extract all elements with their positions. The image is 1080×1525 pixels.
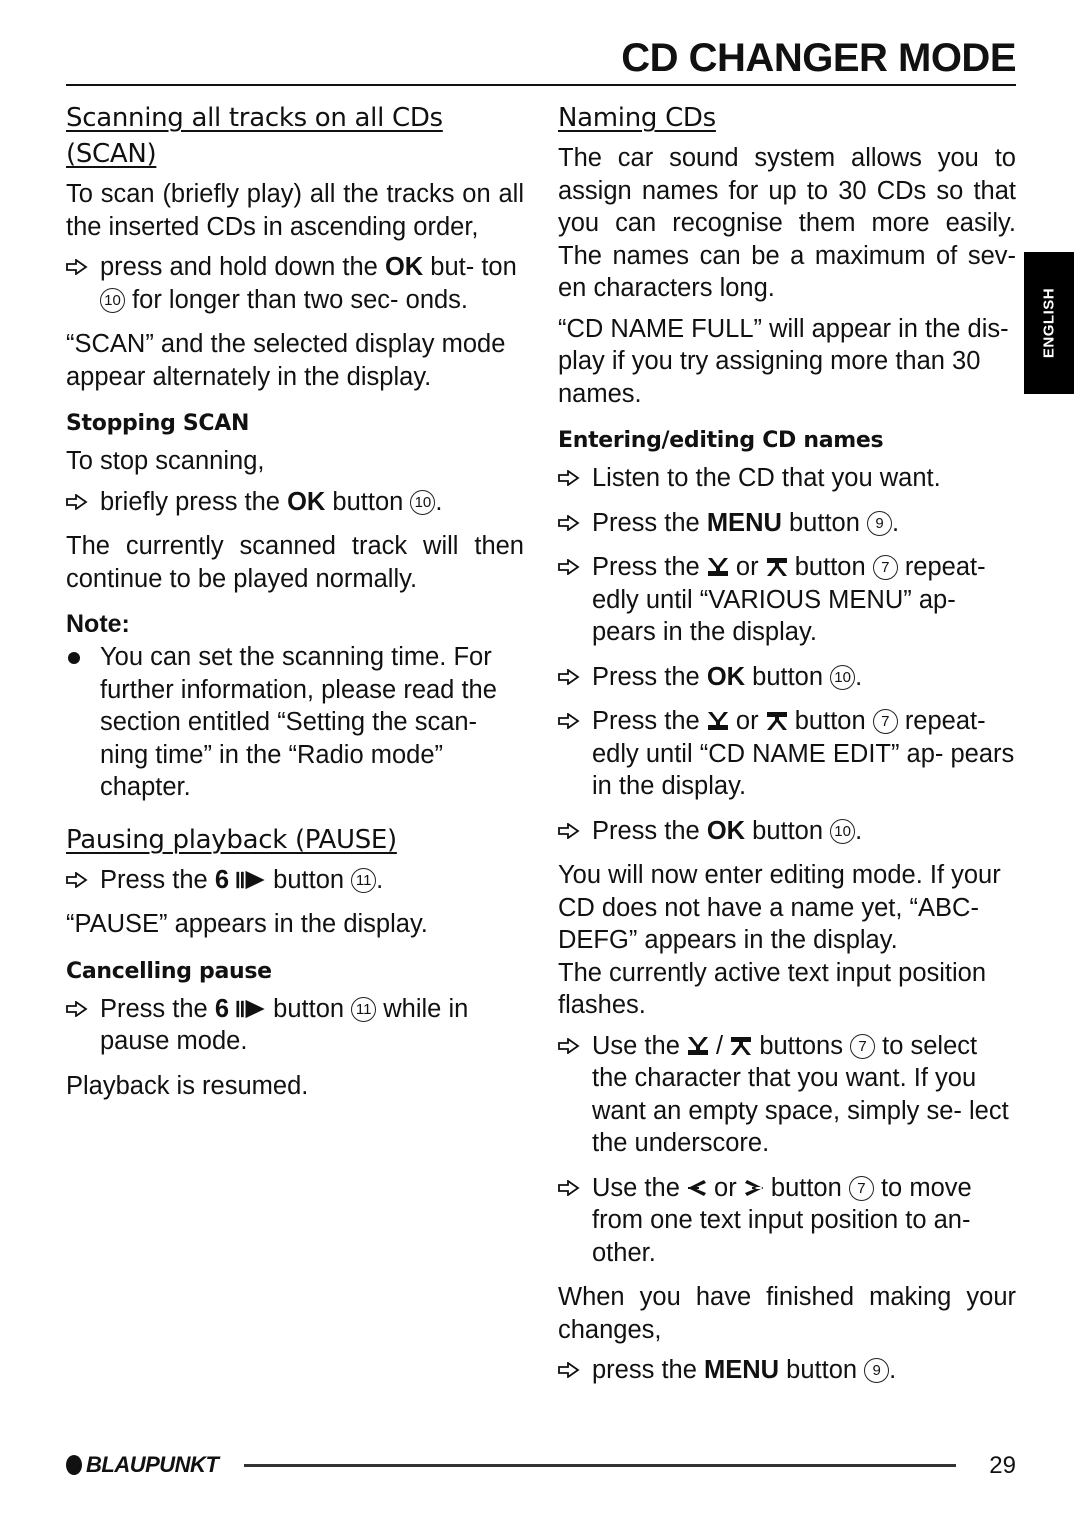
button-number-badge: 10 [830,664,856,690]
play-pause-icon [236,999,266,1019]
note-title: Note: [66,610,130,638]
arrow-icon [558,515,580,531]
scan-after: “SCAN” and the selected display mode app… [66,330,506,391]
edit-step-5: Press the or button 7 repeat- edly until… [558,705,1016,803]
editing-para-1: You will now enter editing mode. If your… [558,861,1001,954]
pause-step: Press the 6 button 11. [66,864,524,897]
button-number-badge: 10 [100,287,125,313]
page-title: CD CHANGER MODE [621,36,1016,80]
stop-step: briefly press the OK button 10. [66,486,524,519]
edit-step-2: Press the MENU button 9. [558,507,1016,540]
up-button-icon [766,711,788,731]
arrow-icon [66,494,88,510]
right-button-icon [744,1178,764,1198]
right-column: Naming CDs The car sound system allows y… [558,100,1016,1399]
button-number-badge: 11 [351,867,377,893]
left-button-icon [687,1178,707,1198]
stop-scan-heading: Stopping SCAN [66,411,250,436]
scan-step: press and hold down the OK but- ton 10 f… [66,251,524,316]
left-column: Scanning all tracks on all CDs (SCAN) To … [66,100,524,1110]
down-button-icon [707,557,729,577]
up-button-icon [766,557,788,577]
arrow-icon [558,1038,580,1054]
footer: BLAUPUNKT 29 [66,1452,1016,1482]
arrow-icon [558,1180,580,1196]
play-pause-icon [236,870,266,890]
footer-divider [244,1464,956,1467]
button-number-badge: 7 [872,709,898,734]
edit-step-9: press the MENU button 9. [558,1354,1016,1387]
edit-step-8: Use the or button 7 to move from one tex… [558,1172,1016,1270]
button-number-badge: 7 [848,1175,874,1201]
arrow-icon [66,872,88,888]
title-divider [66,84,1016,86]
scan-heading: Scanning all tracks on all CDs (SCAN) [66,103,443,169]
page-number: 29 [989,1452,1016,1479]
arrow-icon [558,559,580,575]
pause-after: “PAUSE” appears in the display. [66,910,428,938]
button-number-badge: 10 [410,489,436,515]
cancel-after: Playback is resumed. [66,1071,309,1100]
cancel-pause-heading: Cancelling pause [66,958,272,984]
up-button-icon [730,1036,752,1056]
editing-para-2: The currently active text input position… [558,958,987,1020]
edit-step-6: Press the OK button 10. [558,815,1016,848]
naming-para-2: “CD NAME FULL” will appear in the dis- p… [558,314,1009,408]
arrow-icon [558,713,580,729]
arrow-icon [66,1001,88,1017]
button-number-badge: 7 [872,555,898,580]
edit-step-7: Use the / buttons 7 to select the charac… [558,1030,1016,1160]
bullet-icon [68,652,80,664]
button-number-badge: 9 [864,1358,890,1383]
arrow-icon [558,470,580,486]
arrow-icon [558,669,580,685]
editing-para-3: When you have finished making your chang… [558,1283,1016,1344]
naming-heading: Naming CDs [558,103,716,133]
arrow-icon [558,1362,580,1378]
down-button-icon [687,1036,709,1056]
edit-step-3: Press the or button 7 repeat- edly until… [558,551,1016,649]
logo-dot-icon [66,1455,82,1475]
note-item: You can set the scanning time. For furth… [66,641,524,804]
arrow-icon [66,259,88,275]
button-number-badge: 10 [830,818,856,844]
language-tab-label: ENGLISH [1040,287,1058,359]
stop-intro: To stop scanning, [66,447,265,475]
naming-para-1: The car sound system allows you to assig… [558,144,1016,302]
down-button-icon [707,711,729,731]
pause-heading: Pausing playback (PAUSE) [66,824,397,855]
cancel-step: Press the 6 button 11 while in pause mod… [66,993,524,1058]
edit-step-1: Listen to the CD that you want. [558,462,1016,495]
language-tab: ENGLISH [1024,252,1074,394]
brand-logo: BLAUPUNKT [66,1452,219,1478]
arrow-icon [558,823,580,839]
editing-heading: Entering/editing CD names [558,428,884,453]
button-number-badge: 9 [866,510,892,536]
edit-step-4: Press the OK button 10. [558,661,1016,694]
stop-after: The currently scanned track will then co… [66,532,524,593]
scan-intro: To scan (briefly play) all the tracks on… [66,180,524,241]
button-number-badge: 7 [850,1033,876,1059]
button-number-badge: 11 [351,996,377,1022]
